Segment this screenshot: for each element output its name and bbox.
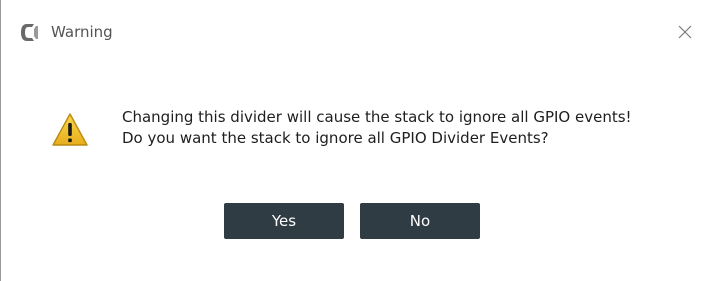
no-button[interactable]: No	[360, 203, 480, 239]
title-bar: Warning	[1, 0, 702, 60]
close-icon[interactable]	[673, 20, 697, 44]
window-title: Warning	[51, 23, 113, 41]
message-line-2: Do you want the stack to ignore all GPIO…	[122, 129, 549, 147]
c-logo-icon	[19, 22, 40, 43]
warning-dialog: Warning Changing this divider will cause…	[0, 0, 702, 281]
warning-icon	[51, 112, 89, 148]
yes-button[interactable]: Yes	[224, 203, 344, 239]
message-line-1: Changing this divider will cause the sta…	[122, 108, 632, 126]
warning-message: Changing this divider will cause the sta…	[122, 107, 632, 149]
